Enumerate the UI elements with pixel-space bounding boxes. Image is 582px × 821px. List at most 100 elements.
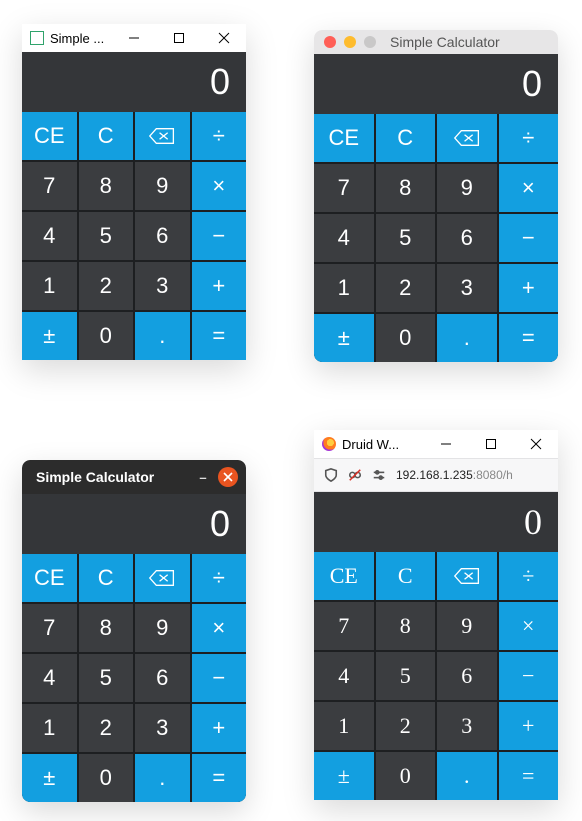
- minimize-button[interactable]: [423, 430, 468, 458]
- digit-4-button[interactable]: 4: [314, 214, 374, 262]
- digit-7-button[interactable]: 7: [22, 604, 77, 652]
- maximize-button[interactable]: [156, 24, 201, 52]
- zoom-button[interactable]: [364, 36, 376, 48]
- digit-1-button[interactable]: 1: [314, 702, 374, 750]
- digit-8-button[interactable]: 8: [376, 602, 436, 650]
- equals-button[interactable]: =: [499, 314, 559, 362]
- digit-9-button[interactable]: 9: [437, 602, 497, 650]
- digit-0-button[interactable]: 0: [376, 752, 436, 800]
- equals-button[interactable]: =: [192, 312, 247, 360]
- digit-6-button[interactable]: 6: [135, 654, 190, 702]
- digit-0-button[interactable]: 0: [79, 754, 134, 802]
- divide-button[interactable]: ÷: [192, 112, 247, 160]
- digit-4-button[interactable]: 4: [22, 212, 77, 260]
- settings-icon[interactable]: [372, 468, 386, 482]
- equals-button[interactable]: =: [499, 752, 559, 800]
- decimal-button[interactable]: .: [437, 752, 497, 800]
- digit-0-button[interactable]: 0: [376, 314, 436, 362]
- multiply-button[interactable]: ×: [499, 164, 559, 212]
- digit-8-button[interactable]: 8: [79, 604, 134, 652]
- plus-button[interactable]: +: [499, 702, 559, 750]
- backspace-button[interactable]: [437, 114, 497, 162]
- digit-2-button[interactable]: 2: [376, 264, 436, 312]
- digit-8-button[interactable]: 8: [376, 164, 436, 212]
- digit-7-button[interactable]: 7: [22, 162, 77, 210]
- multiply-button[interactable]: ×: [192, 162, 247, 210]
- clear-entry-button[interactable]: CE: [314, 552, 374, 600]
- close-button[interactable]: [513, 430, 558, 458]
- multiply-button[interactable]: ×: [499, 602, 559, 650]
- digit-0-button[interactable]: 0: [79, 312, 134, 360]
- digit-9-button[interactable]: 9: [135, 162, 190, 210]
- decimal-button[interactable]: .: [135, 754, 190, 802]
- digit-6-button[interactable]: 6: [135, 212, 190, 260]
- digit-2-button[interactable]: 2: [79, 262, 134, 310]
- clear-entry-button[interactable]: CE: [314, 114, 374, 162]
- digit-6-button[interactable]: 6: [437, 652, 497, 700]
- tracking-off-icon[interactable]: [348, 468, 362, 482]
- digit-7-button[interactable]: 7: [314, 602, 374, 650]
- display: 0: [22, 494, 246, 554]
- plus-minus-button[interactable]: ±: [314, 314, 374, 362]
- plus-button[interactable]: +: [192, 704, 247, 752]
- minus-button[interactable]: −: [192, 212, 247, 260]
- equals-button[interactable]: =: [192, 754, 247, 802]
- minimize-button[interactable]: –: [188, 470, 218, 485]
- digit-1-button[interactable]: 1: [22, 704, 77, 752]
- backspace-button[interactable]: [135, 112, 190, 160]
- minus-button[interactable]: −: [499, 652, 559, 700]
- digit-4-button[interactable]: 4: [314, 652, 374, 700]
- clear-button[interactable]: C: [79, 112, 134, 160]
- divide-button[interactable]: ÷: [499, 114, 559, 162]
- maximize-button[interactable]: [468, 430, 513, 458]
- close-button[interactable]: [201, 24, 246, 52]
- digit-9-button[interactable]: 9: [437, 164, 497, 212]
- digit-5-button[interactable]: 5: [79, 654, 134, 702]
- digit-4-button[interactable]: 4: [22, 654, 77, 702]
- plus-button[interactable]: +: [499, 264, 559, 312]
- clear-entry-button[interactable]: CE: [22, 112, 77, 160]
- digit-5-button[interactable]: 5: [376, 214, 436, 262]
- clear-entry-button[interactable]: CE: [22, 554, 77, 602]
- close-button[interactable]: [218, 467, 238, 487]
- digit-2-button[interactable]: 2: [376, 702, 436, 750]
- digit-1-button[interactable]: 1: [314, 264, 374, 312]
- digit-6-button[interactable]: 6: [437, 214, 497, 262]
- backspace-button[interactable]: [437, 552, 497, 600]
- minus-button[interactable]: −: [499, 214, 559, 262]
- digit-2-button[interactable]: 2: [79, 704, 134, 752]
- plus-minus-button[interactable]: ±: [314, 752, 374, 800]
- digit-3-button[interactable]: 3: [437, 264, 497, 312]
- display: 0: [314, 492, 558, 552]
- clear-button[interactable]: C: [376, 552, 436, 600]
- clear-button[interactable]: C: [79, 554, 134, 602]
- shield-icon[interactable]: [324, 468, 338, 482]
- divide-button[interactable]: ÷: [192, 554, 247, 602]
- digit-3-button[interactable]: 3: [437, 702, 497, 750]
- minimize-button[interactable]: [111, 24, 156, 52]
- plus-button[interactable]: +: [192, 262, 247, 310]
- digit-5-button[interactable]: 5: [376, 652, 436, 700]
- divide-button[interactable]: ÷: [499, 552, 559, 600]
- plus-minus-button[interactable]: ±: [22, 312, 77, 360]
- digit-1-button[interactable]: 1: [22, 262, 77, 310]
- minus-button[interactable]: −: [192, 654, 247, 702]
- digit-5-button[interactable]: 5: [79, 212, 134, 260]
- decimal-button[interactable]: .: [135, 312, 190, 360]
- digit-9-button[interactable]: 9: [135, 604, 190, 652]
- backspace-button[interactable]: [135, 554, 190, 602]
- decimal-button[interactable]: .: [437, 314, 497, 362]
- digit-3-button[interactable]: 3: [135, 704, 190, 752]
- window-title: Druid W...: [342, 437, 399, 452]
- digit-7-button[interactable]: 7: [314, 164, 374, 212]
- clear-button[interactable]: C: [376, 114, 436, 162]
- address-bar[interactable]: 192.168.1.235:8080/h: [396, 468, 558, 482]
- multiply-button[interactable]: ×: [192, 604, 247, 652]
- digit-3-button[interactable]: 3: [135, 262, 190, 310]
- close-button[interactable]: [324, 36, 336, 48]
- keypad: CE C ÷ 7 8 9 × 4 5 6 − 1 2 3 + ± 0 .: [22, 112, 246, 360]
- plus-minus-button[interactable]: ±: [22, 754, 77, 802]
- firefox-icon: [322, 437, 336, 451]
- minimize-button[interactable]: [344, 36, 356, 48]
- digit-8-button[interactable]: 8: [79, 162, 134, 210]
